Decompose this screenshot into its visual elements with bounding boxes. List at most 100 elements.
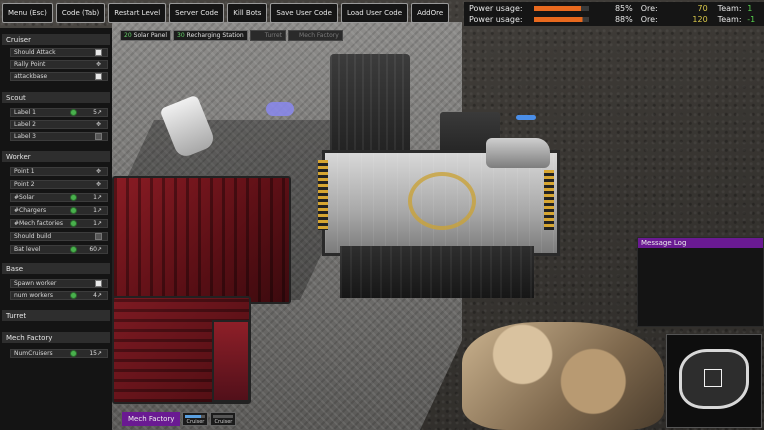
gear-icon (70, 207, 77, 214)
queue-item-cruiser[interactable]: Cruiser (182, 412, 209, 426)
power-usage-label: Power usage: (469, 15, 523, 24)
row-value[interactable]: 1↗ (93, 207, 102, 214)
factory-queue-title: Mech Factory (122, 412, 181, 426)
row-label: Rally Point (14, 61, 46, 68)
build-mech-factory-button[interactable]: Mech Factory (288, 30, 343, 41)
minimap-viewport[interactable] (704, 369, 722, 387)
unit-health-marker (516, 115, 536, 120)
crosshair-icon[interactable]: ✥ (96, 168, 102, 175)
build-label: Recharging Station (186, 32, 244, 39)
mech-factory-queue: Mech Factory Cruiser Cruiser (122, 412, 237, 426)
row-label: Point 2 (14, 181, 35, 188)
power-usage-label: Power usage: (469, 4, 523, 13)
row-label: Label 3 (14, 133, 36, 140)
hazard-stripes-right (544, 170, 554, 230)
queue-item-label: Cruiser (186, 419, 205, 425)
cruiser-should-attack[interactable]: Should Attack (10, 48, 108, 57)
row-value[interactable]: 1↗ (93, 220, 102, 227)
worker-solar[interactable]: #Solar 1↗ (10, 193, 108, 202)
gear-icon (70, 109, 77, 116)
server-code-button[interactable]: Server Code (169, 3, 225, 23)
section-scout[interactable]: Scout (2, 92, 110, 103)
row-label: Should Attack (14, 49, 56, 56)
row-label: #Mech factories (14, 220, 63, 227)
add-ore-button[interactable]: AddOre (411, 3, 450, 23)
should-attack-checkbox[interactable] (95, 49, 102, 56)
scout-label-2[interactable]: Label 2 ✥ (10, 120, 108, 129)
row-value[interactable]: 15↗ (89, 350, 102, 357)
build-label: Turret (264, 32, 283, 39)
row-value[interactable]: 1↗ (93, 194, 102, 201)
team-label: Team: (717, 15, 742, 24)
row-label: attackbase (14, 73, 48, 80)
gear-icon (70, 194, 77, 201)
red-mech-arm (212, 320, 250, 402)
row-value[interactable]: 4↗ (93, 292, 102, 299)
top-toolbar: Menu (Esc) Code (Tab) Restart Level Serv… (2, 3, 450, 23)
worker-mech-factories[interactable]: #Mech factories 1↗ (10, 219, 108, 228)
should-build-checkbox[interactable] (95, 233, 102, 240)
kill-bots-button[interactable]: Kill Bots (227, 3, 268, 23)
ore-value: 120 (692, 15, 708, 24)
build-label: Solar Panel (133, 32, 168, 39)
ore-value: 70 (697, 4, 708, 13)
status-row-player: Power usage: 85% Ore: 70 Team: 1 (469, 3, 761, 14)
section-worker[interactable]: Worker (2, 151, 110, 162)
gear-icon (70, 350, 77, 357)
base-num-workers[interactable]: num workers 4↗ (10, 291, 108, 300)
menu-button[interactable]: Menu (Esc) (2, 3, 53, 23)
queue-item-cruiser[interactable]: Cruiser (210, 412, 237, 426)
restart-level-button[interactable]: Restart Level (108, 3, 167, 23)
power-usage-percent: 88% (614, 15, 633, 24)
scout-label-1[interactable]: Label 1 5↗ (10, 108, 108, 117)
row-label: Label 2 (14, 121, 36, 128)
row-label: Point 1 (14, 168, 35, 175)
attackbase-checkbox[interactable] (95, 73, 102, 80)
build-turret-button[interactable]: Turret (249, 30, 287, 41)
load-user-code-button[interactable]: Load User Code (340, 3, 409, 23)
section-mech-factory[interactable]: Mech Factory (2, 332, 110, 343)
cruiser-attackbase[interactable]: attackbase (10, 72, 108, 81)
row-value[interactable]: 5↗ (93, 109, 102, 116)
base-spawn-worker[interactable]: Spawn worker (10, 279, 108, 288)
row-label: num workers (14, 292, 53, 299)
worker-point-1[interactable]: Point 1 ✥ (10, 167, 108, 176)
section-turret[interactable]: Turret (2, 310, 110, 321)
build-solar-panel-button[interactable]: 20 Solar Panel (120, 30, 172, 41)
worker-bat-level[interactable]: Bat level 60↗ (10, 245, 108, 254)
build-recharging-station-button[interactable]: 30 Recharging Station (173, 30, 248, 41)
code-button[interactable]: Code (Tab) (55, 3, 106, 23)
label-3-checkbox[interactable] (95, 133, 102, 140)
queue-item-label: Cruiser (214, 419, 233, 425)
spawn-worker-checkbox[interactable] (95, 280, 102, 287)
queue-progress-bar (213, 415, 234, 418)
mech-factory-num-cruisers[interactable]: NumCruisers 15↗ (10, 349, 108, 358)
minimap[interactable] (666, 334, 762, 428)
worker-point-2[interactable]: Point 2 ✥ (10, 180, 108, 189)
scout-label-3[interactable]: Label 3 (10, 132, 108, 141)
ore-label: Ore: (640, 15, 658, 24)
cruiser-ship[interactable] (486, 138, 550, 168)
game-viewport[interactable] (0, 0, 764, 430)
section-cruiser[interactable]: Cruiser (2, 34, 110, 45)
crosshair-icon[interactable]: ✥ (96, 121, 102, 128)
worker-chargers[interactable]: #Chargers 1↗ (10, 206, 108, 215)
row-label: Spawn worker (14, 280, 57, 287)
row-value[interactable]: 60↗ (89, 246, 102, 253)
team-label: Team: (717, 4, 742, 13)
base-lower-structure (340, 246, 534, 298)
cruiser-rally-point[interactable]: Rally Point ✥ (10, 60, 108, 69)
power-usage-bar (533, 17, 590, 22)
message-log[interactable]: Message Log (637, 237, 764, 327)
message-log-title: Message Log (638, 238, 763, 248)
unit-settings-panel: Cruiser Should Attack Rally Point ✥ atta… (0, 28, 112, 430)
red-mech-unit[interactable] (112, 176, 291, 304)
queue-progress-bar (185, 415, 206, 418)
crosshair-icon[interactable]: ✥ (96, 181, 102, 188)
save-user-code-button[interactable]: Save User Code (270, 3, 338, 23)
worker-should-build[interactable]: Should build (10, 232, 108, 241)
gear-icon (70, 292, 77, 299)
ore-rock[interactable] (462, 322, 664, 430)
section-base[interactable]: Base (2, 263, 110, 274)
crosshair-icon[interactable]: ✥ (96, 61, 102, 68)
